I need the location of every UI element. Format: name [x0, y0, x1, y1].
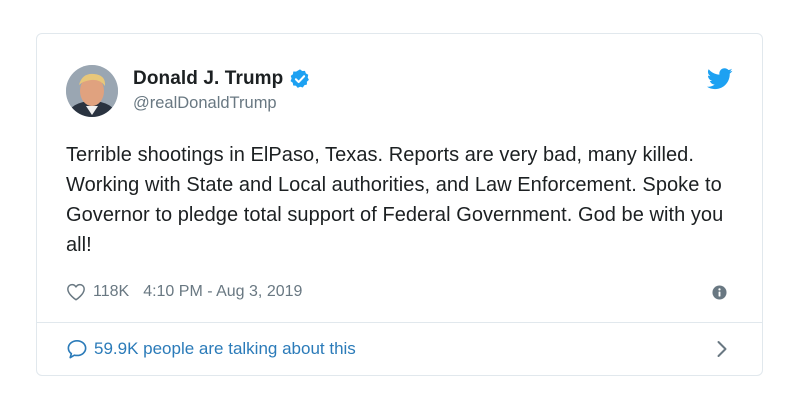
conversation-link[interactable]: 59.9K people are talking about this — [66, 337, 356, 361]
profile-photo-icon — [66, 65, 118, 117]
twitter-bird-icon[interactable] — [707, 68, 733, 90]
like-count[interactable]: 118K — [93, 283, 129, 301]
author-handle[interactable]: @realDonaldTrump — [133, 94, 277, 113]
tweet-meta: 118K 4:10 PM - Aug 3, 2019 — [66, 281, 302, 303]
author-display-name[interactable]: Donald J. Trump — [133, 68, 283, 90]
speech-bubble-icon — [67, 340, 87, 359]
tweet-text: Terrible shootings in ElPaso, Texas. Rep… — [66, 144, 724, 256]
tweet-timestamp[interactable]: 4:10 PM - Aug 3, 2019 — [143, 283, 302, 301]
info-icon[interactable] — [712, 285, 727, 300]
conversation-label[interactable]: 59.9K people are talking about this — [94, 339, 356, 359]
verified-badge-icon — [290, 69, 310, 88]
avatar[interactable] — [66, 65, 118, 117]
footer-divider — [37, 322, 762, 323]
tweet-card: Donald J. Trump @realDonaldTrump Terribl… — [36, 33, 763, 376]
chevron-right-icon[interactable] — [716, 340, 728, 358]
author-name-row[interactable]: Donald J. Trump — [133, 67, 311, 91]
heart-icon[interactable] — [66, 283, 86, 301]
